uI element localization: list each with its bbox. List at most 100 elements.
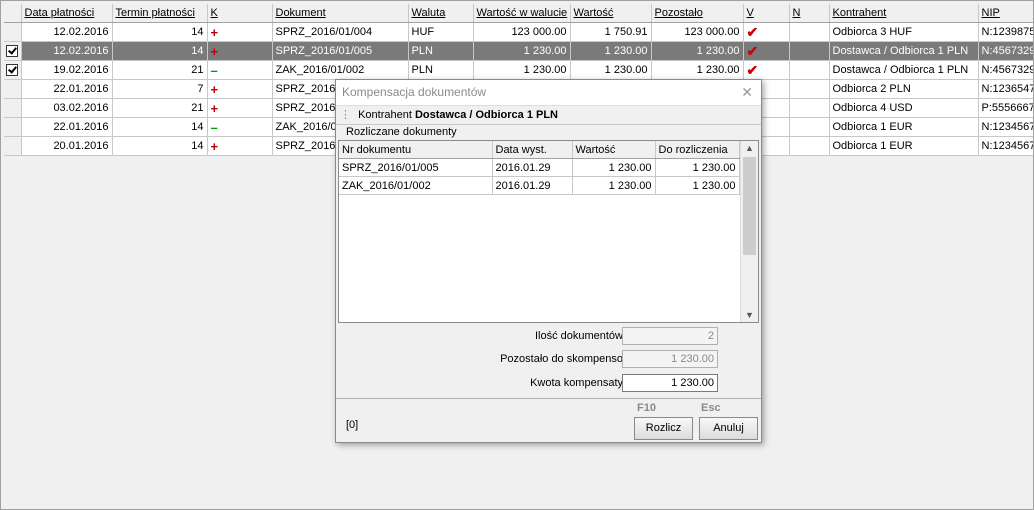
pozostalo-row: Pozostało do skompenso 1 230.00 [336, 350, 761, 370]
kwota-field[interactable]: 1 230.00 [622, 374, 718, 392]
row-selector[interactable] [4, 136, 22, 156]
checkmark-icon: ✔ [746, 61, 759, 78]
dialog-titlebar[interactable]: Kompensacja dokumentów ✕ [336, 80, 761, 105]
kontrahent-bar: ⋮ Kontrahent Dostawca / Odbiorca 1 PLN [336, 105, 761, 125]
checkmark-icon: ✔ [746, 23, 759, 40]
scroll-up-icon[interactable]: ▲ [741, 141, 758, 155]
cell-termin: 21 [112, 98, 208, 118]
grid-header-wartosc[interactable]: Wartość [570, 4, 652, 23]
ilosc-label: Ilość dokumentów [534, 330, 623, 342]
grid-header-termin[interactable]: Termin płatności [112, 4, 208, 23]
table-row[interactable]: 12.02.2016 14 + SPRZ_2016/01/004 HUF 123… [4, 22, 1033, 42]
count-indicator: [0] [346, 419, 359, 431]
cell-nr-dokumentu: SPRZ_2016/01/005 [339, 158, 493, 177]
cell-n [789, 98, 830, 118]
grid-header-kontrahent[interactable]: Kontrahent [829, 4, 979, 23]
grid-header-data-platnosci[interactable]: Data płatności [21, 4, 113, 23]
pozostalo-field: 1 230.00 [622, 350, 718, 368]
kwota-label: Kwota kompensaty [530, 377, 623, 389]
compensation-dialog: Kompensacja dokumentów ✕ ⋮ Kontrahent Do… [335, 79, 762, 443]
checkmark-icon: ✔ [746, 42, 759, 59]
cell-wartosc: 1 230.00 [570, 60, 652, 80]
grid-header-k[interactable]: K [207, 4, 273, 23]
grid-header-dokument[interactable]: Dokument [272, 4, 409, 23]
vertical-scrollbar[interactable]: ▲ ▼ [740, 141, 758, 322]
cell-pozostalo: 1 230.00 [651, 60, 744, 80]
plus-icon: + [210, 138, 219, 154]
row-selector[interactable] [4, 98, 22, 118]
cell-nip: N:1234567 [978, 136, 1033, 156]
table-row[interactable]: SPRZ_2016/01/005 2016.01.29 1 230.00 1 2… [339, 158, 740, 177]
grid-header-nip[interactable]: NIP [978, 4, 1033, 23]
cell-wartosc-w-walucie: 1 230.00 [473, 41, 571, 61]
anuluj-button[interactable]: Anuluj [699, 417, 758, 440]
ilosc-field: 2 [622, 327, 718, 345]
scrollbar-thumb[interactable] [743, 157, 756, 255]
main-window: Data płatności Termin płatności K Dokume… [0, 0, 1034, 510]
cell-data: 03.02.2016 [21, 98, 113, 118]
cell-nr-dokumentu: ZAK_2016/01/002 [339, 176, 493, 195]
grid-header-pozostalo[interactable]: Pozostało [651, 4, 744, 23]
cell-waluta: HUF [408, 22, 474, 42]
inner-header-do-rozliczenia[interactable]: Do rozliczenia [655, 141, 740, 159]
cell-kontrahent: Odbiorca 4 USD [829, 98, 979, 118]
pozostalo-label: Pozostało do skompenso [500, 353, 623, 365]
cell-v: ✔ [743, 60, 790, 80]
cell-kontrahent: Odbiorca 2 PLN [829, 79, 979, 99]
cell-v: ✔ [743, 22, 790, 42]
cell-termin: 21 [112, 60, 208, 80]
plus-icon: + [210, 43, 219, 59]
close-icon[interactable]: ✕ [741, 80, 753, 105]
inner-header-wartosc[interactable]: Wartość [572, 141, 656, 159]
grid-header-row: Data płatności Termin płatności K Dokume… [4, 4, 1033, 23]
cell-nip: N:1234567 [978, 117, 1033, 137]
cell-pozostalo: 1 230.00 [651, 41, 744, 61]
grid-header-n[interactable]: N [789, 4, 830, 23]
cell-nip: N:1236547 [978, 79, 1033, 99]
minus-icon: – [210, 119, 218, 135]
cell-dokument: ZAK_2016/01/002 [272, 60, 409, 80]
checkbox-checked[interactable] [6, 45, 19, 58]
plus-icon: + [210, 24, 219, 40]
grid-header-wartosc-w-walucie[interactable]: Wartość w walucie [473, 4, 571, 23]
cell-wartosc: 1 230.00 [572, 176, 656, 195]
checkbox-checked[interactable] [6, 64, 19, 77]
cell-n [789, 41, 830, 61]
row-selector[interactable] [4, 22, 22, 42]
grid-header-waluta[interactable]: Waluta [408, 4, 474, 23]
row-checkbox[interactable] [4, 41, 22, 61]
cell-k: + [207, 22, 273, 42]
row-checkbox[interactable] [4, 60, 22, 80]
cell-do-rozliczenia[interactable]: 1 230.00 [655, 176, 740, 195]
cell-kontrahent: Dostawca / Odbiorca 1 PLN [829, 60, 979, 80]
row-selector[interactable] [4, 117, 22, 137]
cell-data-wyst: 2016.01.29 [492, 158, 573, 177]
table-row[interactable]: 19.02.2016 21 – ZAK_2016/01/002 PLN 1 23… [4, 60, 1033, 80]
cell-k: – [207, 117, 273, 137]
cell-data: 19.02.2016 [21, 60, 113, 80]
cell-do-rozliczenia[interactable]: 1 230.00 [655, 158, 740, 177]
ilosc-row: Ilość dokumentów 2 [336, 327, 761, 347]
esc-hint: Esc [701, 402, 721, 414]
cell-wartosc: 1 230.00 [570, 41, 652, 61]
cell-termin: 14 [112, 22, 208, 42]
cell-data: 22.01.2016 [21, 79, 113, 99]
scroll-down-icon[interactable]: ▼ [741, 308, 758, 322]
grip-icon: ⋮ [340, 109, 351, 121]
cell-nip: P:5556667 [978, 98, 1033, 118]
cell-v: ✔ [743, 41, 790, 61]
inner-header-data-wyst[interactable]: Data wyst. [492, 141, 573, 159]
table-row[interactable]: ZAK_2016/01/002 2016.01.29 1 230.00 1 23… [339, 176, 740, 195]
table-row[interactable]: 12.02.2016 14 + SPRZ_2016/01/005 PLN 1 2… [4, 41, 1033, 61]
row-selector[interactable] [4, 79, 22, 99]
cell-waluta: PLN [408, 41, 474, 61]
cell-dokument: SPRZ_2016/01/004 [272, 22, 409, 42]
kontrahent-value: Dostawca / Odbiorca 1 PLN [414, 109, 558, 121]
cell-k: + [207, 41, 273, 61]
inner-header-nr-dokumentu[interactable]: Nr dokumentu [339, 141, 493, 159]
grid-header-v[interactable]: V [743, 4, 790, 23]
cell-data-wyst: 2016.01.29 [492, 176, 573, 195]
rozlicz-button[interactable]: Rozlicz [634, 417, 693, 440]
cell-waluta: PLN [408, 60, 474, 80]
section-label: Rozliczane dokumenty [346, 126, 457, 138]
